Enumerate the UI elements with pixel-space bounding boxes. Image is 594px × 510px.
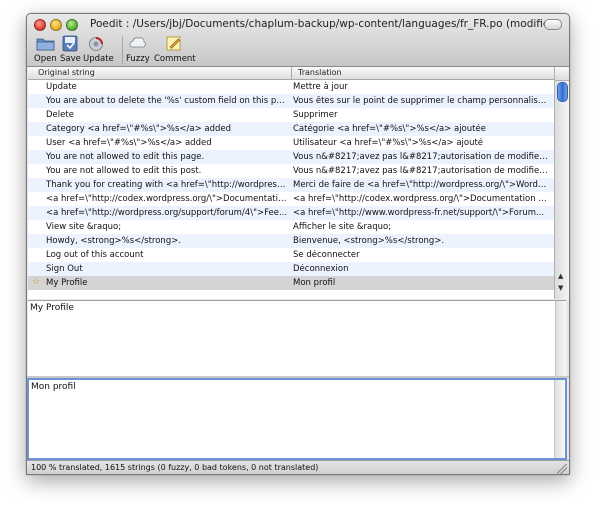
scroll-up-arrow-icon[interactable]: ▲ — [558, 272, 563, 280]
zoom-window-button[interactable] — [66, 19, 78, 31]
table-row[interactable]: ☆ My Profile Mon profil — [28, 276, 554, 290]
original-text-pane: My Profile — [28, 300, 566, 377]
table-row[interactable]: You are not allowed to edit this page. Vo… — [28, 150, 554, 164]
translation-pane-scrollbar[interactable] — [554, 380, 565, 458]
table-row[interactable]: Thank you for creating with <a href=\"ht… — [28, 178, 554, 192]
resize-grip-icon[interactable] — [557, 464, 567, 474]
translation-cell: <a href=\"http://codex.wordpress.org/\">… — [293, 193, 548, 204]
table-row[interactable]: Log out of this account Se déconnecter — [28, 248, 554, 262]
original-string-cell: User <a href=\"#%s\">%s</a> added — [46, 137, 212, 148]
translation-cell: Catégorie <a href=\"#%s\">%s</a> ajoutée — [293, 123, 486, 134]
comment-icon — [166, 36, 181, 51]
original-string-cell: My Profile — [46, 277, 88, 288]
toolbar-separator — [122, 36, 123, 64]
original-string-cell: You are about to delete the '%s' custom … — [46, 95, 289, 106]
open-label: Open — [34, 54, 57, 64]
status-text: 100 % translated, 1615 strings (0 fuzzy,… — [31, 463, 319, 472]
string-list[interactable]: Original string Translation Update Mettre… — [28, 67, 554, 299]
table-row[interactable]: Category <a href=\"#%s\">%s</a> added Cat… — [28, 122, 554, 136]
translation-cell: Utilisateur <a href=\"#%s\">%s</a> ajout… — [293, 137, 484, 148]
column-header-translation[interactable]: Translation — [298, 68, 342, 77]
original-string-cell: Update — [46, 81, 77, 92]
table-row[interactable]: View site &raquo; Afficher le site &raquo… — [28, 220, 554, 234]
list-header: Original string Translation — [28, 67, 554, 80]
save-icon — [62, 35, 78, 52]
fuzzy-icon — [129, 37, 146, 48]
original-string-cell: You are not allowed to edit this post. — [46, 165, 202, 176]
scrollbar-top-cap — [555, 67, 569, 81]
original-string-cell: Category <a href=\"#%s\">%s</a> added — [46, 123, 232, 134]
translation-cell: <a href=\"http://www.wordpress-fr.net/su… — [293, 207, 545, 218]
original-string-cell: <a href=\"http://wordpress.org/support/f… — [46, 207, 288, 218]
original-pane-scrollbar[interactable] — [555, 301, 566, 377]
table-row[interactable]: You are about to delete the '%s' custom … — [28, 94, 554, 108]
translation-cell: Vous n&#8217;avez pas l&#8217;autorisati… — [293, 151, 548, 162]
folder-icon — [36, 38, 55, 51]
table-row[interactable]: You are not allowed to edit this post. Vo… — [28, 164, 554, 178]
translation-cell: Afficher le site &raquo; — [293, 221, 392, 232]
translation-cell: Supprimer — [293, 109, 338, 120]
list-scrollbar[interactable]: ▲ ▼ — [554, 67, 569, 299]
window-title: Poedit : /Users/jbj/Documents/chaplum-ba… — [90, 18, 561, 30]
original-string-cell: You are not allowed to edit this page. — [46, 151, 205, 162]
column-divider[interactable] — [291, 67, 292, 79]
fuzzy-label: Fuzzy — [126, 54, 150, 64]
translation-cell: Merci de faire de <a href=\"http://wordp… — [293, 179, 548, 190]
translation-cell: Vous n&#8217;avez pas l&#8217;autorisati… — [293, 165, 548, 176]
minimize-window-button[interactable] — [50, 19, 62, 31]
original-string-cell: Delete — [46, 109, 74, 120]
star-icon: ☆ — [32, 277, 41, 287]
scrollbar-thumb[interactable] — [557, 82, 568, 102]
title-bar: Poedit : /Users/jbj/Documents/chaplum-ba… — [27, 14, 569, 67]
update-icon — [89, 37, 103, 51]
translation-cell: Vous êtes sur le point de supprimer le c… — [293, 95, 548, 106]
translation-cell: Mettre à jour — [293, 81, 348, 92]
translation-cell: Mon profil — [293, 277, 336, 288]
original-string-cell: Howdy, <strong>%s</strong>. — [46, 235, 182, 246]
comment-label: Comment — [154, 54, 196, 64]
translation-cell: Se déconnecter — [293, 249, 360, 260]
table-row[interactable]: Sign Out Déconnexion — [28, 262, 554, 276]
table-row[interactable]: Update Mettre à jour — [28, 80, 554, 94]
table-row[interactable]: <a href=\"http://codex.wordpress.org/\">… — [28, 192, 554, 206]
original-text: My Profile — [30, 303, 74, 313]
original-string-cell: <a href=\"http://codex.wordpress.org/\">… — [46, 193, 289, 204]
original-string-cell: Sign Out — [46, 263, 83, 274]
original-string-cell: Log out of this account — [46, 249, 144, 260]
scroll-down-arrow-icon[interactable]: ▼ — [558, 284, 563, 292]
table-row[interactable]: <a href=\"http://wordpress.org/support/f… — [28, 206, 554, 220]
translation-text[interactable]: Mon profil — [31, 382, 76, 392]
original-string-cell: View site &raquo; — [46, 221, 122, 232]
table-row[interactable]: Howdy, <strong>%s</strong>. Bienvenue, <s… — [28, 234, 554, 248]
toolbar-toggle-button[interactable] — [544, 19, 562, 30]
poedit-window: Poedit : /Users/jbj/Documents/chaplum-ba… — [26, 13, 570, 475]
translation-cell: Bienvenue, <strong>%s</strong>. — [293, 235, 445, 246]
table-row[interactable]: Delete Supprimer — [28, 108, 554, 122]
close-window-button[interactable] — [34, 19, 46, 31]
original-string-cell: Thank you for creating with <a href=\"ht… — [46, 179, 289, 190]
column-header-original[interactable]: Original string — [38, 68, 95, 77]
table-row[interactable]: User <a href=\"#%s\">%s</a> added Utilisa… — [28, 136, 554, 150]
status-bar: 100 % translated, 1615 strings (0 fuzzy,… — [27, 460, 569, 474]
update-label: Update — [83, 54, 114, 64]
translation-editor[interactable]: Mon profil — [27, 378, 567, 460]
save-label: Save — [60, 54, 81, 64]
translation-cell: Déconnexion — [293, 263, 349, 274]
